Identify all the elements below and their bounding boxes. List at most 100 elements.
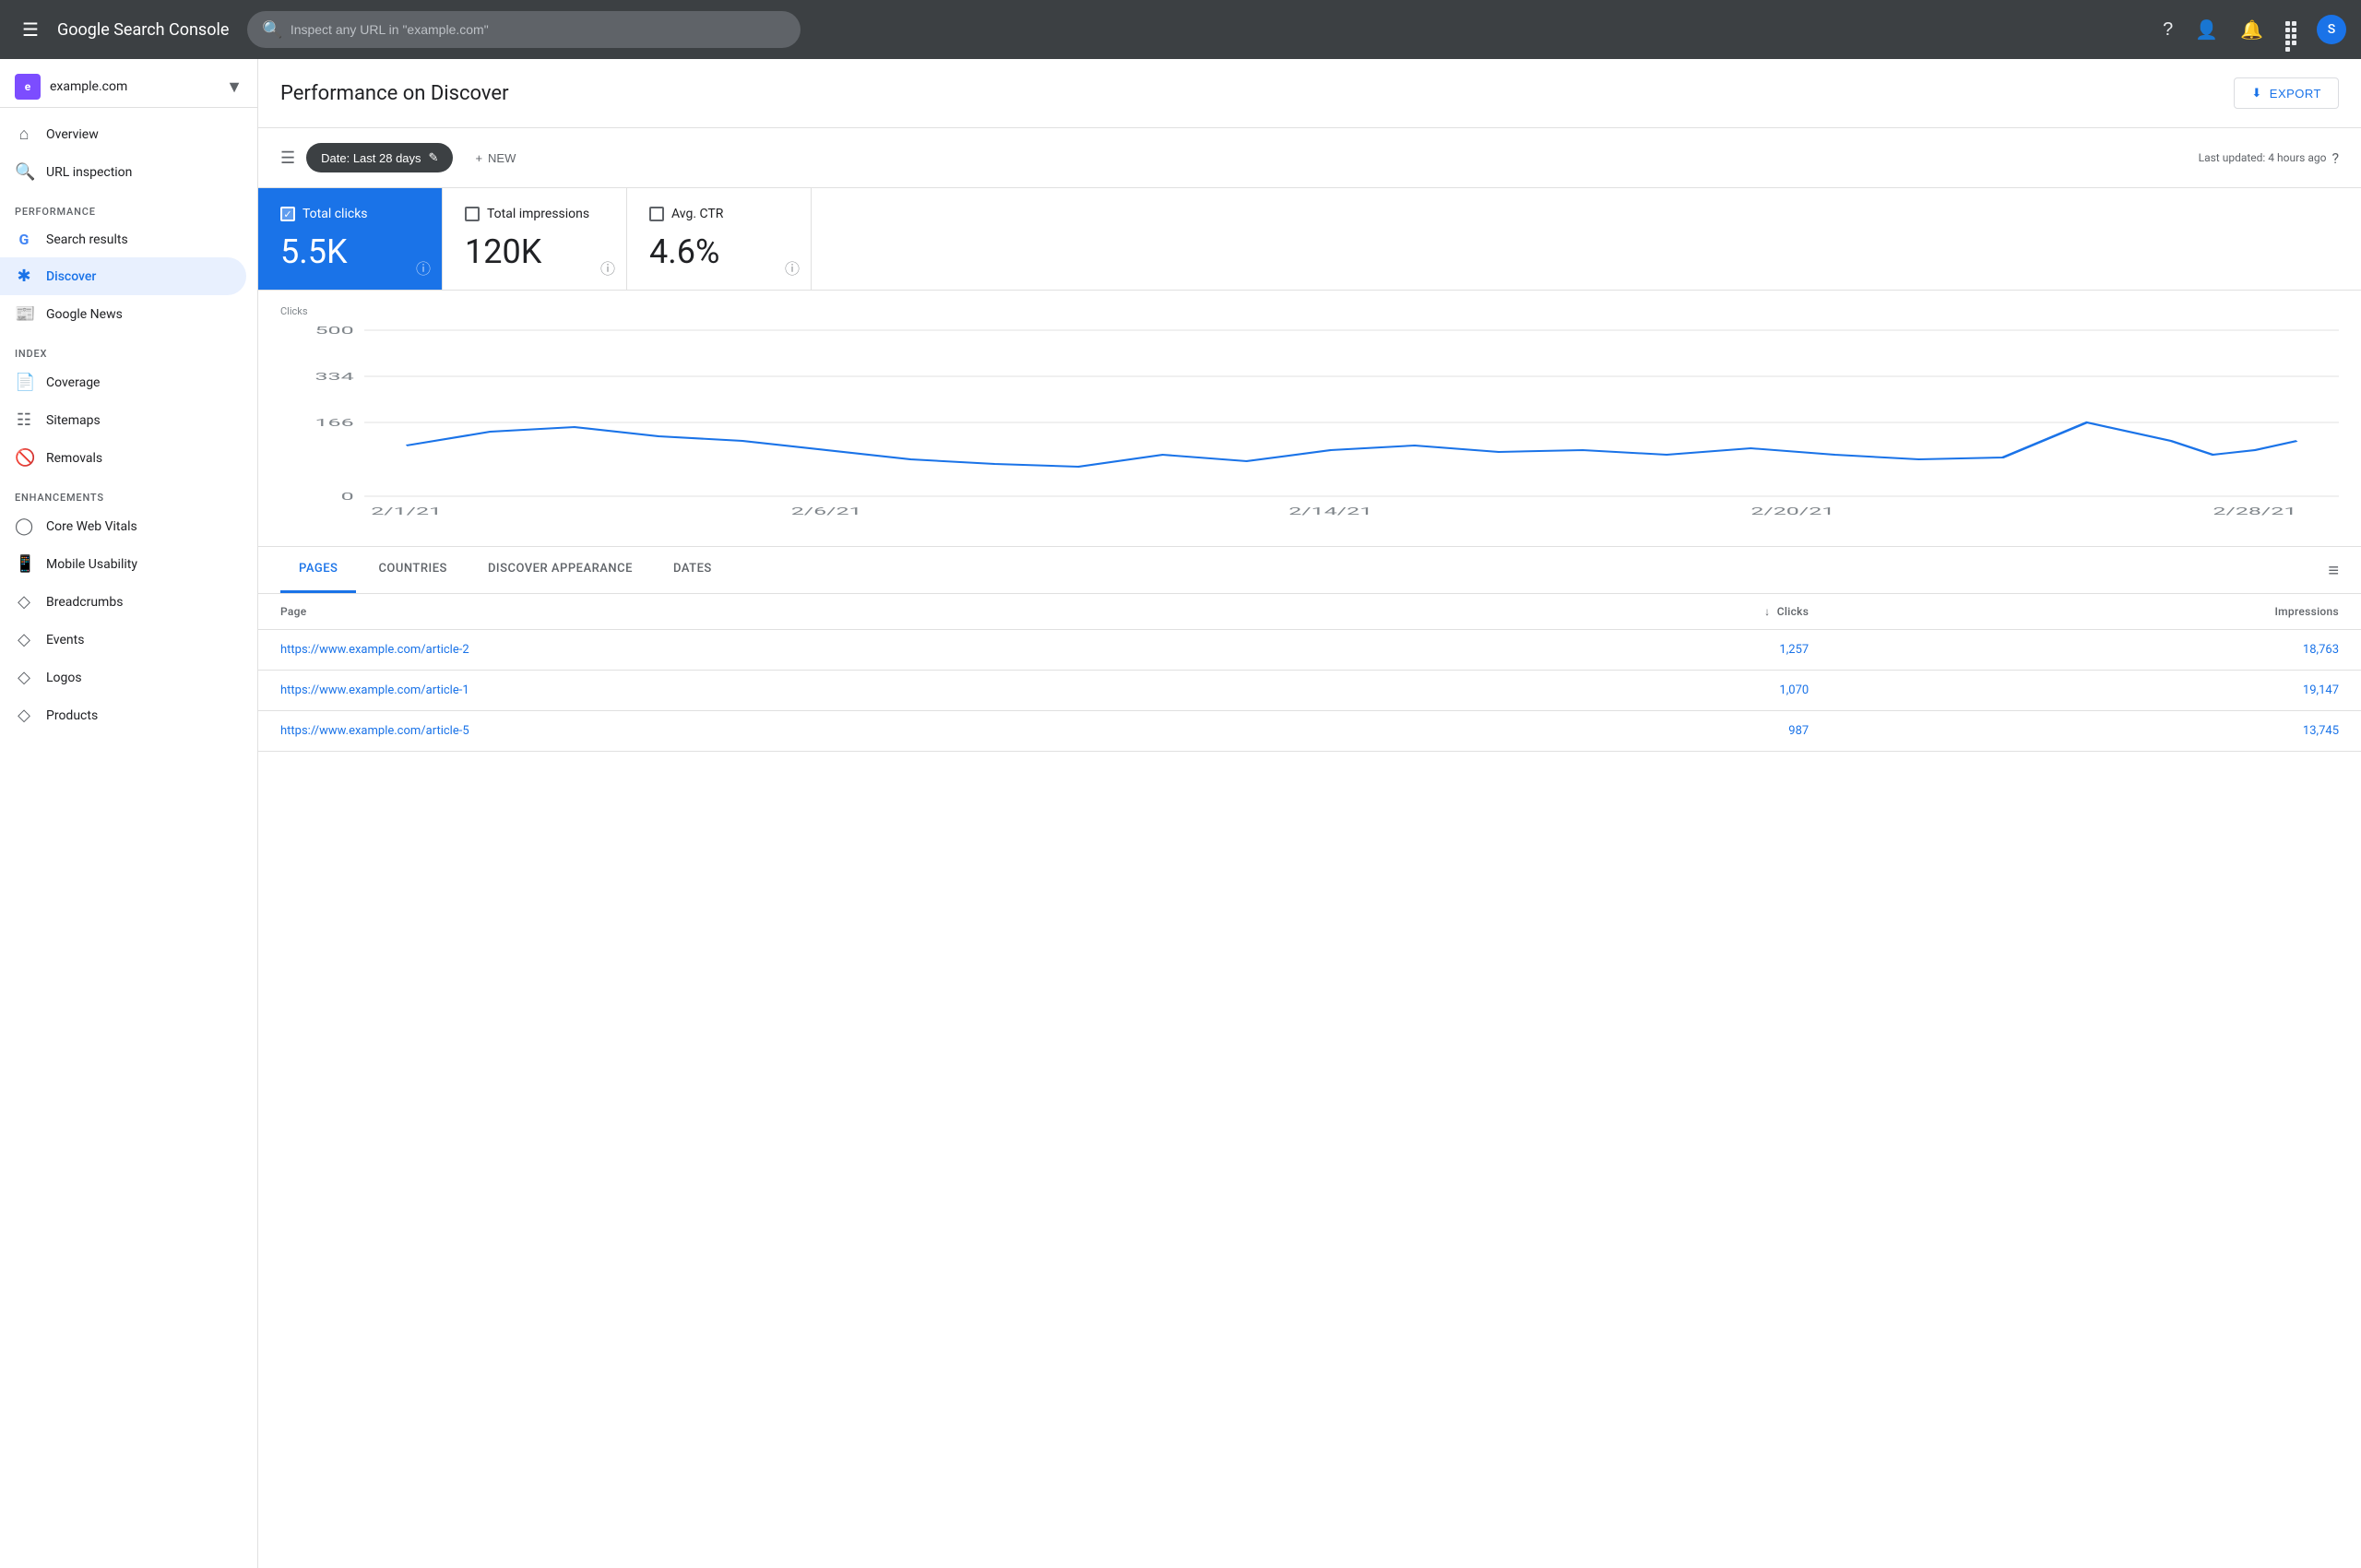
export-icon: ⬇ [2251, 86, 2261, 101]
table-cell-impressions: 13,745 [1831, 711, 2361, 752]
new-filter-button[interactable]: + NEW [464, 144, 527, 172]
new-filter-label: NEW [488, 151, 516, 165]
chart-container: 500 334 166 0 2/1/21 2/6/21 2/14/21 2/20… [280, 321, 2339, 524]
search-console-icon-btn[interactable]: 👤 [2188, 11, 2225, 49]
metrics-section: ✓ Total clicks 5.5K ⓘ Total impressions … [258, 188, 2361, 291]
sidebar-item-products[interactable]: ◇ Products [0, 696, 246, 734]
sidebar-item-coverage[interactable]: 📄 Coverage [0, 363, 246, 401]
table-cell-clicks: 987 [1397, 711, 1831, 752]
apps-icon-btn[interactable] [2278, 14, 2309, 45]
metric-help-icon[interactable]: ⓘ [416, 256, 431, 279]
edit-icon: ✎ [429, 150, 439, 165]
sidebar-item-events[interactable]: ◇ Events [0, 621, 246, 659]
removals-icon: 🚫 [15, 448, 33, 468]
sidebar-item-label: Removals [46, 451, 102, 466]
chart-svg: 500 334 166 0 2/1/21 2/6/21 2/14/21 2/20… [280, 321, 2339, 524]
chart-y-label: Clicks [280, 305, 2339, 317]
table-row[interactable]: https://www.example.com/article-11,07019… [258, 671, 2361, 711]
sidebar: e example.com ▼ ⌂ Overview 🔍 URL inspect… [0, 59, 258, 1568]
search-icon: 🔍 [262, 20, 282, 40]
table-cell-page: https://www.example.com/article-1 [258, 671, 1397, 711]
news-icon: 📰 [15, 304, 33, 324]
metric-help-icon[interactable]: ⓘ [785, 256, 800, 279]
sidebar-item-search-results[interactable]: G Search results [0, 221, 246, 257]
tab-dates[interactable]: DATES [655, 547, 730, 593]
tab-discover-appearance[interactable]: DISCOVER APPEARANCE [469, 547, 651, 593]
main-content: Performance on Discover ⬇ EXPORT ☰ Date:… [258, 59, 2361, 1568]
metric-header: ✓ Total clicks [280, 207, 420, 221]
col-header-clicks-label: Clicks [1777, 605, 1809, 618]
vitals-icon: ◯ [15, 517, 33, 536]
svg-text:2/28/21: 2/28/21 [2213, 505, 2296, 517]
grid-icon [2285, 21, 2302, 38]
mobile-icon: 📱 [15, 554, 33, 574]
breadcrumbs-icon: ◇ [15, 592, 33, 612]
sidebar-item-sitemaps[interactable]: ☷ Sitemaps [0, 401, 246, 439]
metric-label: Total impressions [487, 207, 589, 221]
table-row[interactable]: https://www.example.com/article-21,25718… [258, 630, 2361, 671]
url-search-bar[interactable]: 🔍 [247, 11, 801, 48]
table-cell-impressions: 19,147 [1831, 671, 2361, 711]
sidebar-item-discover[interactable]: ✱ Discover [0, 257, 246, 295]
col-header-page: Page [258, 594, 1397, 630]
tab-pages[interactable]: PAGES [280, 547, 356, 593]
svg-text:2/14/21: 2/14/21 [1288, 505, 1372, 517]
notifications-icon-btn[interactable]: 🔔 [2233, 11, 2271, 49]
sidebar-item-overview[interactable]: ⌂ Overview [0, 115, 246, 153]
events-icon: ◇ [15, 630, 33, 649]
tab-countries[interactable]: COUNTRIES [360, 547, 466, 593]
date-filter-button[interactable]: Date: Last 28 days ✎ [306, 143, 453, 172]
sidebar-item-core-web-vitals[interactable]: ◯ Core Web Vitals [0, 507, 246, 545]
table-row[interactable]: https://www.example.com/article-598713,7… [258, 711, 2361, 752]
table-tabs: PAGES COUNTRIES DISCOVER APPEARANCE DATE… [258, 547, 2361, 594]
metric-checkbox [465, 207, 480, 221]
property-selector[interactable]: e example.com ▼ [0, 66, 257, 108]
metric-checkbox: ✓ [280, 207, 295, 221]
table-section: PAGES COUNTRIES DISCOVER APPEARANCE DATE… [258, 547, 2361, 752]
sidebar-item-breadcrumbs[interactable]: ◇ Breadcrumbs [0, 583, 246, 621]
sidebar-section-index: Index [0, 333, 257, 363]
col-header-clicks[interactable]: ↓ Clicks [1397, 594, 1831, 630]
table-body: https://www.example.com/article-21,25718… [258, 630, 2361, 752]
export-button[interactable]: ⬇ EXPORT [2234, 77, 2339, 109]
table-cell-clicks: 1,257 [1397, 630, 1831, 671]
sidebar-section-performance: Performance [0, 191, 257, 221]
metric-value: 5.5K [280, 232, 420, 271]
metric-header: Total impressions [465, 207, 604, 221]
sidebar-item-label: Sitemaps [46, 413, 101, 428]
date-filter-label: Date: Last 28 days [321, 151, 421, 165]
menu-icon[interactable]: ☰ [15, 11, 46, 48]
metric-value: 120K [465, 232, 604, 271]
sidebar-item-label: Search results [46, 232, 128, 247]
filter-icon[interactable]: ☰ [280, 148, 295, 168]
metric-card-avg-ctr[interactable]: Avg. CTR 4.6% ⓘ [627, 188, 812, 290]
sidebar-item-url-inspection[interactable]: 🔍 URL inspection [0, 153, 246, 191]
sidebar-item-google-news[interactable]: 📰 Google News [0, 295, 246, 333]
help-icon[interactable]: ? [2331, 149, 2339, 167]
metric-help-icon[interactable]: ⓘ [600, 256, 615, 279]
svg-text:334: 334 [315, 371, 354, 383]
url-search-input[interactable] [291, 22, 787, 37]
sidebar-item-mobile-usability[interactable]: 📱 Mobile Usability [0, 545, 246, 583]
sidebar-item-label: Discover [46, 269, 96, 284]
table-filter-icon[interactable]: ≡ [2328, 559, 2339, 582]
sidebar-item-label: Events [46, 633, 84, 647]
svg-text:500: 500 [315, 325, 354, 337]
metric-card-total-impressions[interactable]: Total impressions 120K ⓘ [443, 188, 627, 290]
help-icon-btn[interactable]: ? [2155, 12, 2180, 48]
export-label: EXPORT [2270, 87, 2321, 101]
data-table: Page ↓ Clicks Impressions https://www.ex… [258, 594, 2361, 752]
sidebar-item-removals[interactable]: 🚫 Removals [0, 439, 246, 477]
metric-card-total-clicks[interactable]: ✓ Total clicks 5.5K ⓘ [258, 188, 443, 290]
last-updated-text: Last updated: 4 hours ago [2199, 151, 2327, 164]
table-cell-impressions: 18,763 [1831, 630, 2361, 671]
svg-text:0: 0 [341, 491, 354, 503]
metric-checkbox [649, 207, 664, 221]
avatar[interactable]: S [2317, 15, 2346, 44]
sidebar-item-logos[interactable]: ◇ Logos [0, 659, 246, 696]
app-logo: Google Search Console [57, 20, 229, 40]
sidebar-item-label: Breadcrumbs [46, 595, 123, 610]
search-icon: 🔍 [15, 162, 33, 182]
logo-google: Google [57, 20, 110, 40]
col-header-impressions: Impressions [1831, 594, 2361, 630]
